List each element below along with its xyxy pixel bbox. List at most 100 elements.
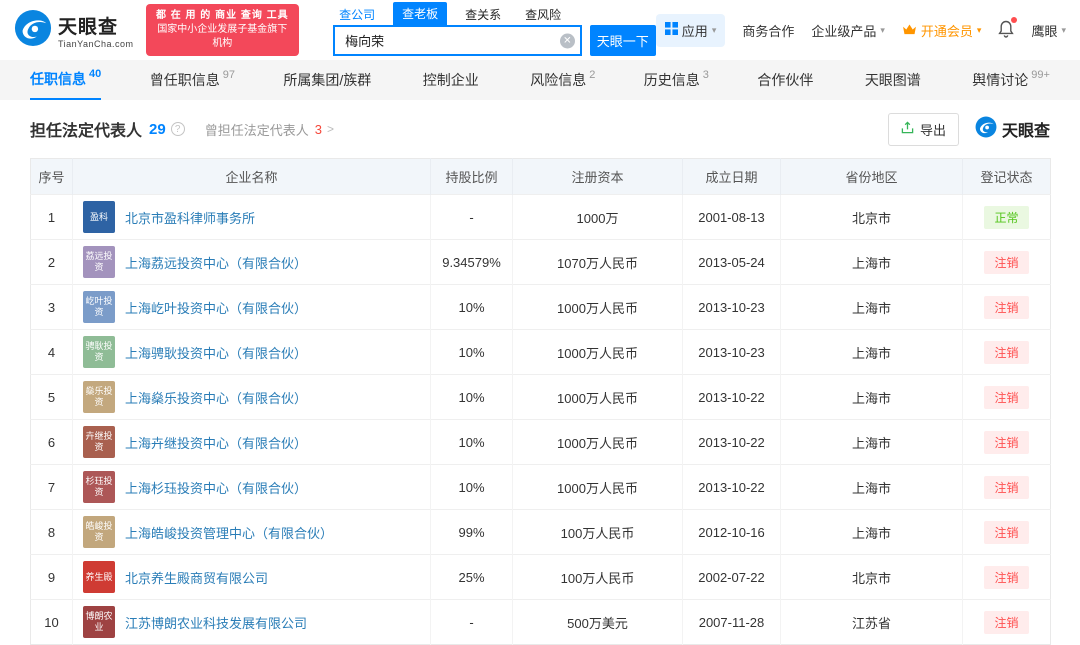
province-region: 北京市 bbox=[780, 554, 963, 600]
export-label: 导出 bbox=[919, 122, 946, 138]
row-index: 10 bbox=[30, 599, 73, 645]
nav-tab[interactable]: 所属集团/族群 bbox=[283, 60, 374, 100]
business-cooperation-menu[interactable]: 商务合作 bbox=[742, 21, 794, 40]
nav-tab[interactable]: 曾任职信息 97 bbox=[150, 60, 235, 100]
former-legal-rep-label: 曾担任法定代表人 bbox=[204, 122, 309, 138]
search-input[interactable] bbox=[333, 25, 582, 56]
column-header: 成立日期 bbox=[682, 158, 781, 195]
shareholding-ratio: 10% bbox=[430, 419, 513, 465]
search-tab[interactable]: 查关系 bbox=[459, 4, 507, 25]
chevron-down-icon: ▾ bbox=[880, 24, 885, 35]
company-logo: 荔远投资 bbox=[83, 246, 115, 278]
column-header: 注册资本 bbox=[512, 158, 683, 195]
column-header: 持股比例 bbox=[430, 158, 513, 195]
nav-tab-count: 40 bbox=[89, 68, 102, 80]
row-index: 6 bbox=[30, 419, 73, 465]
nav-tab[interactable]: 风险信息 2 bbox=[530, 60, 595, 100]
nav-tab[interactable]: 舆情讨论 99+ bbox=[972, 60, 1050, 100]
registered-capital: 100万人民币 bbox=[512, 554, 683, 600]
vip-menu[interactable]: 开通会员 ▾ bbox=[902, 21, 981, 40]
nav-tab-label: 控制企业 bbox=[422, 72, 479, 88]
registered-capital: 1000万人民币 bbox=[512, 374, 683, 420]
nav-tab[interactable]: 天眼图谱 bbox=[865, 60, 924, 100]
establish-date: 2013-10-22 bbox=[682, 464, 781, 510]
clear-icon[interactable]: ✕ bbox=[559, 33, 575, 48]
status-badge: 注销 bbox=[984, 520, 1029, 544]
nav-tab[interactable]: 任职信息 40 bbox=[30, 60, 102, 100]
legal-rep-table: 序号 企业名称 持股比例 注册资本 成立日期 省份地区 登记状态 1 盈科 北京市盈科律师事… bbox=[30, 158, 1051, 645]
promo-line2: 国家中小企业发展子基金旗下机构 bbox=[157, 24, 288, 49]
former-legal-rep-link[interactable]: 曾担任法定代表人 3 > bbox=[205, 120, 334, 139]
export-button[interactable]: 导出 bbox=[887, 112, 959, 146]
nav-tab-count: 99+ bbox=[1031, 69, 1050, 81]
registered-capital: 1000万人民币 bbox=[512, 284, 683, 330]
company-link[interactable]: 上海骋耿投资中心（有限合伙） bbox=[125, 343, 307, 362]
company-logo: 皓峻投资 bbox=[83, 516, 115, 548]
registered-capital: 500万美元 bbox=[512, 599, 683, 645]
table-row: 9 养生殿 北京养生殿商贸有限公司 25% 100万人民币 2002-07-22… bbox=[30, 554, 1051, 600]
row-index: 5 bbox=[30, 374, 73, 420]
registered-capital: 1070万人民币 bbox=[512, 239, 683, 285]
company-logo: 燊乐投资 bbox=[83, 381, 115, 413]
registered-capital: 1000万人民币 bbox=[512, 419, 683, 465]
shareholding-ratio: 9.34579% bbox=[430, 239, 513, 285]
cooperation-label: 商务合作 bbox=[742, 23, 795, 39]
table-row: 6 卉继投资 上海卉继投资中心（有限合伙） 10% 1000万人民币 2013-… bbox=[30, 419, 1051, 465]
table-row: 4 骋耿投资 上海骋耿投资中心（有限合伙） 10% 1000万人民币 2013-… bbox=[30, 329, 1051, 375]
company-link[interactable]: 上海卉继投资中心（有限合伙） bbox=[125, 433, 307, 452]
watermark-text: 天眼查 bbox=[1001, 123, 1050, 140]
shareholding-ratio: 99% bbox=[430, 509, 513, 555]
company-logo: 博朗农业 bbox=[83, 606, 115, 638]
help-icon[interactable]: ? bbox=[170, 122, 185, 136]
company-link[interactable]: 北京市盈科律师事务所 bbox=[125, 208, 255, 227]
company-link[interactable]: 上海荔远投资中心（有限合伙） bbox=[125, 253, 307, 272]
table-row: 5 燊乐投资 上海燊乐投资中心（有限合伙） 10% 1000万人民币 2013-… bbox=[30, 374, 1051, 420]
section-count: 29 bbox=[149, 120, 166, 138]
company-link[interactable]: 江苏博朗农业科技发展有限公司 bbox=[125, 613, 307, 632]
nav-tab-label: 舆情讨论 bbox=[972, 72, 1029, 88]
company-logo: 卉继投资 bbox=[83, 426, 115, 458]
chevron-down-icon: ▾ bbox=[1061, 24, 1066, 35]
table-row: 10 博朗农业 江苏博朗农业科技发展有限公司 - 500万美元 2007-11-… bbox=[30, 599, 1051, 645]
establish-date: 2007-11-28 bbox=[682, 599, 781, 645]
column-header: 企业名称 bbox=[72, 158, 431, 195]
table-row: 7 杉珏投资 上海杉珏投资中心（有限合伙） 10% 1000万人民币 2013-… bbox=[30, 464, 1051, 510]
status-badge: 正常 bbox=[984, 205, 1029, 229]
shareholding-ratio: 10% bbox=[430, 329, 513, 375]
province-region: 上海市 bbox=[780, 374, 963, 420]
tianyancha-logo[interactable]: 天眼查 TianYanCha.com bbox=[14, 9, 134, 52]
nav-tab[interactable]: 合作伙伴 bbox=[757, 60, 816, 100]
nav-tab[interactable]: 历史信息 3 bbox=[644, 60, 709, 100]
status-badge: 注销 bbox=[984, 475, 1029, 499]
search-tab[interactable]: 查风险 bbox=[519, 4, 567, 25]
search-button[interactable]: 天眼一下 bbox=[589, 25, 656, 56]
apps-menu[interactable]: 应用 ▾ bbox=[655, 13, 726, 47]
nav-tab-count: 97 bbox=[222, 69, 235, 81]
province-region: 上海市 bbox=[780, 509, 963, 555]
company-link[interactable]: 上海杉珏投资中心（有限合伙） bbox=[125, 478, 307, 497]
notifications-bell[interactable] bbox=[998, 16, 1018, 41]
notification-dot bbox=[1011, 16, 1018, 23]
search-tab[interactable]: 查老板 bbox=[393, 2, 448, 25]
row-index: 8 bbox=[30, 509, 73, 555]
nav-tab-count: 2 bbox=[589, 69, 596, 81]
company-link[interactable]: 北京养生殿商贸有限公司 bbox=[125, 568, 268, 587]
row-index: 2 bbox=[30, 239, 73, 285]
company-link[interactable]: 上海屹叶投资中心（有限合伙） bbox=[125, 298, 307, 317]
shareholding-ratio: 10% bbox=[430, 464, 513, 510]
section-header: 担任法定代表人 29 ? 曾担任法定代表人 3 > 导出 天眼查 bbox=[30, 100, 1050, 158]
search-area: 查公司 查老板 查关系 查风险 ✕ 天眼一下 bbox=[333, 2, 656, 56]
column-header: 省份地区 bbox=[780, 158, 963, 195]
nav-tab[interactable]: 控制企业 bbox=[423, 60, 482, 100]
company-logo: 杉珏投资 bbox=[83, 471, 115, 503]
shareholding-ratio: 10% bbox=[430, 284, 513, 330]
search-tab[interactable]: 查公司 bbox=[333, 4, 381, 25]
company-link[interactable]: 上海燊乐投资中心（有限合伙） bbox=[125, 388, 307, 407]
status-badge: 注销 bbox=[984, 430, 1029, 454]
enterprise-products-menu[interactable]: 企业级产品 ▾ bbox=[811, 21, 885, 40]
column-header: 序号 bbox=[30, 158, 73, 195]
tianyancha-logo-icon bbox=[14, 9, 52, 52]
establish-date: 2013-05-24 bbox=[682, 239, 781, 285]
eagle-eye-menu[interactable]: 鹰眼 ▾ bbox=[1031, 21, 1066, 40]
company-link[interactable]: 上海皓峻投资管理中心（有限合伙） bbox=[125, 523, 333, 542]
